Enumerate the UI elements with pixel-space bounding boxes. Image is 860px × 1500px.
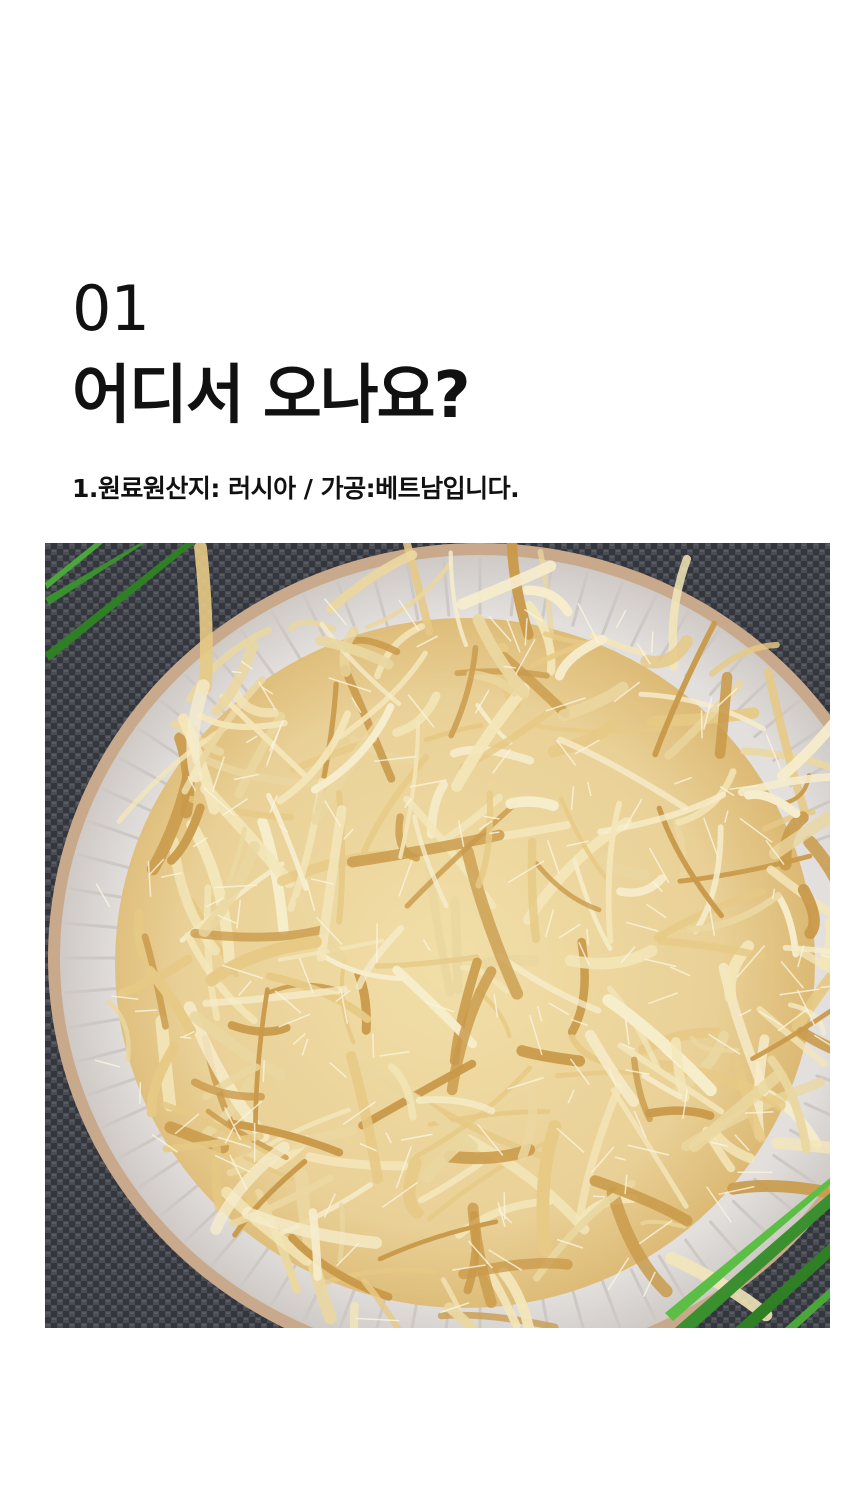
squid-fiber	[700, 710, 703, 739]
squid-strand	[714, 671, 733, 759]
section-title: 어디서 오나요?	[72, 359, 471, 433]
section-description: 1.원료원산지: 러시아 / 가공:베트남입니다.	[72, 474, 520, 503]
squid-strand	[194, 543, 213, 694]
section-number: 01	[72, 272, 150, 345]
squid-strand	[527, 837, 541, 944]
squid-fiber	[139, 1082, 142, 1105]
product-photo	[45, 543, 830, 1328]
squid-fiber	[372, 1033, 375, 1058]
squid-strand	[505, 796, 559, 811]
squid-fiber	[262, 1060, 265, 1083]
squid-strand	[450, 895, 463, 994]
squid-fiber	[375, 923, 378, 963]
squid-fiber	[592, 1195, 606, 1198]
squid-strand	[308, 1208, 322, 1281]
